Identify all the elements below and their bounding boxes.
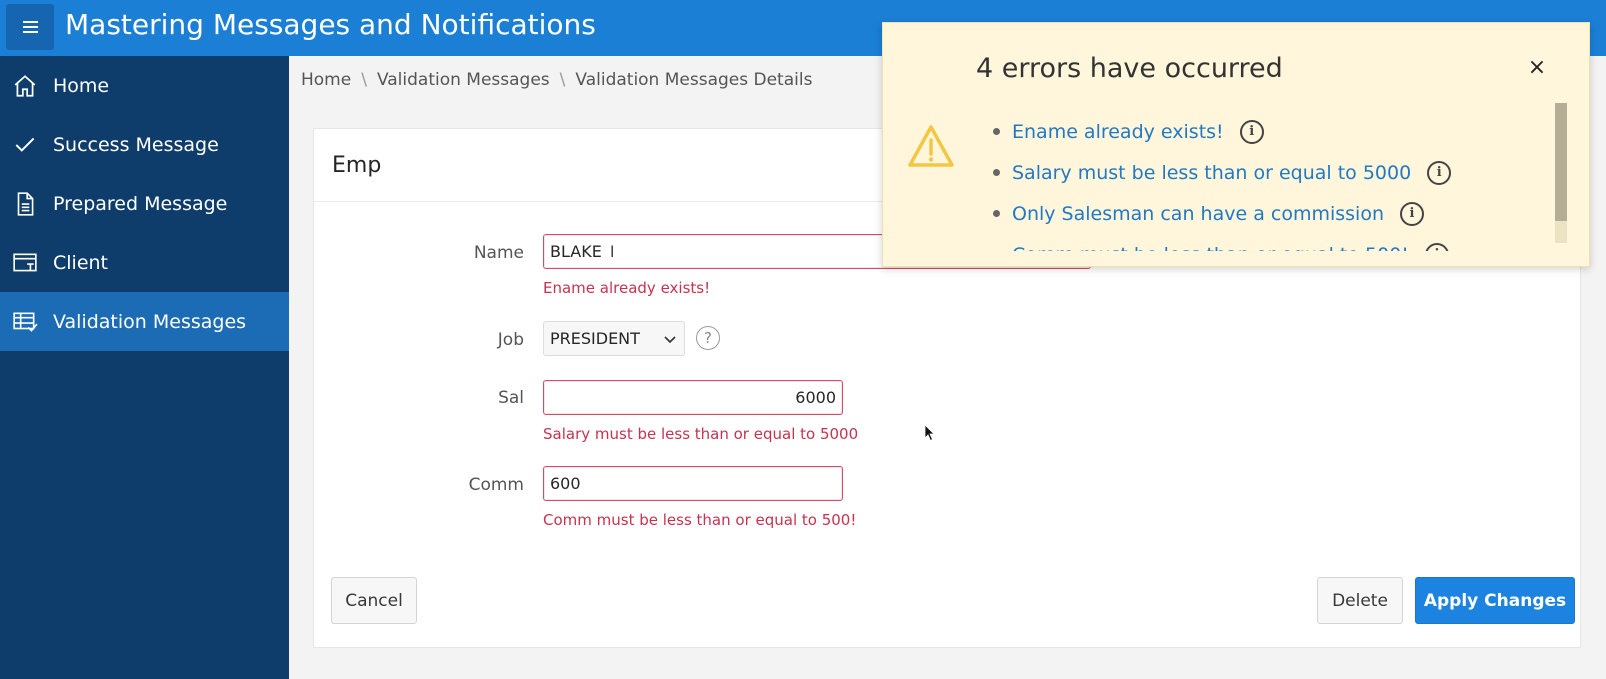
error-link[interactable]: Salary must be less than or equal to 500… xyxy=(1012,162,1411,184)
info-icon[interactable]: i xyxy=(1399,201,1424,226)
hamburger-menu-icon[interactable] xyxy=(6,4,54,50)
scrollbar-thumb[interactable] xyxy=(1555,103,1567,221)
chevron-down-icon xyxy=(664,335,676,343)
breadcrumb-separator: \ xyxy=(361,70,367,90)
job-label: Job xyxy=(497,330,524,350)
sidebar-item-client[interactable]: Client xyxy=(0,233,289,292)
job-select-value: PRESIDENT xyxy=(550,329,640,348)
name-error: Ename already exists! xyxy=(543,279,711,297)
sidebar-nav: Home Success Message Prepared Message Cl… xyxy=(0,56,289,679)
info-icon[interactable]: i xyxy=(1427,160,1452,185)
sidebar-item-label: Validation Messages xyxy=(53,310,247,333)
error-link[interactable]: Ename already exists! xyxy=(1012,121,1224,143)
sal-label: Sal xyxy=(498,388,524,408)
sal-input[interactable]: 6000 xyxy=(543,380,843,415)
close-icon[interactable]: × xyxy=(1523,53,1551,81)
job-select[interactable]: PRESIDENT xyxy=(543,321,685,356)
document-icon xyxy=(11,190,39,218)
app-title: Mastering Messages and Notifications xyxy=(65,8,596,41)
sidebar-item-label: Client xyxy=(53,251,109,274)
sal-error: Salary must be less than or equal to 500… xyxy=(543,425,859,443)
list-item: Salary must be less than or equal to 500… xyxy=(993,152,1452,193)
home-icon xyxy=(11,72,39,100)
help-icon[interactable]: ? xyxy=(696,326,720,350)
sidebar-item-prepared-message[interactable]: Prepared Message xyxy=(0,174,289,233)
breadcrumb-home[interactable]: Home xyxy=(301,70,351,90)
breadcrumb-separator: \ xyxy=(559,70,566,90)
comm-input[interactable]: 600 xyxy=(543,466,843,501)
notification-overflow-mask xyxy=(883,251,1589,266)
comm-label: Comm xyxy=(468,475,524,495)
apply-changes-button[interactable]: Apply Changes xyxy=(1415,577,1575,624)
breadcrumb-validation-messages[interactable]: Validation Messages xyxy=(377,70,550,90)
text-cursor-icon: I xyxy=(609,242,615,261)
table-check-icon xyxy=(11,308,39,336)
sidebar-item-label: Success Message xyxy=(53,133,219,156)
cancel-button[interactable]: Cancel xyxy=(331,577,417,624)
mouse-pointer-icon xyxy=(924,424,935,442)
name-input-value: BLAKE xyxy=(550,242,602,261)
error-list: Ename already exists! i Salary must be l… xyxy=(993,111,1452,266)
client-window-icon xyxy=(11,249,39,277)
error-notification: 4 errors have occurred × Ename already e… xyxy=(882,22,1590,267)
comm-input-value: 600 xyxy=(550,474,581,493)
error-link[interactable]: Only Salesman can have a commission xyxy=(1012,203,1384,225)
list-item: Only Salesman can have a commission i xyxy=(993,193,1451,234)
warning-icon xyxy=(908,125,954,167)
breadcrumb: Home \ Validation Messages \ Validation … xyxy=(301,70,812,90)
notification-title: 4 errors have occurred xyxy=(976,53,1283,84)
name-label: Name xyxy=(473,243,524,263)
comm-error: Comm must be less than or equal to 500! xyxy=(543,511,857,529)
bullet-icon xyxy=(993,210,1000,217)
sidebar-item-validation-messages[interactable]: Validation Messages xyxy=(0,292,289,351)
bullet-icon xyxy=(993,169,1000,176)
breadcrumb-current: Validation Messages Details xyxy=(575,70,813,90)
bullet-icon xyxy=(993,128,1000,135)
sidebar-item-label: Prepared Message xyxy=(53,192,228,215)
sidebar-item-home[interactable]: Home xyxy=(0,56,289,115)
sidebar-item-success-message[interactable]: Success Message xyxy=(0,115,289,174)
info-icon[interactable]: i xyxy=(1239,119,1264,144)
sal-input-value: 6000 xyxy=(795,388,836,407)
sidebar-item-label: Home xyxy=(53,74,110,97)
delete-button[interactable]: Delete xyxy=(1317,577,1403,624)
check-icon xyxy=(11,131,39,159)
list-item: Ename already exists! i xyxy=(993,111,1451,152)
